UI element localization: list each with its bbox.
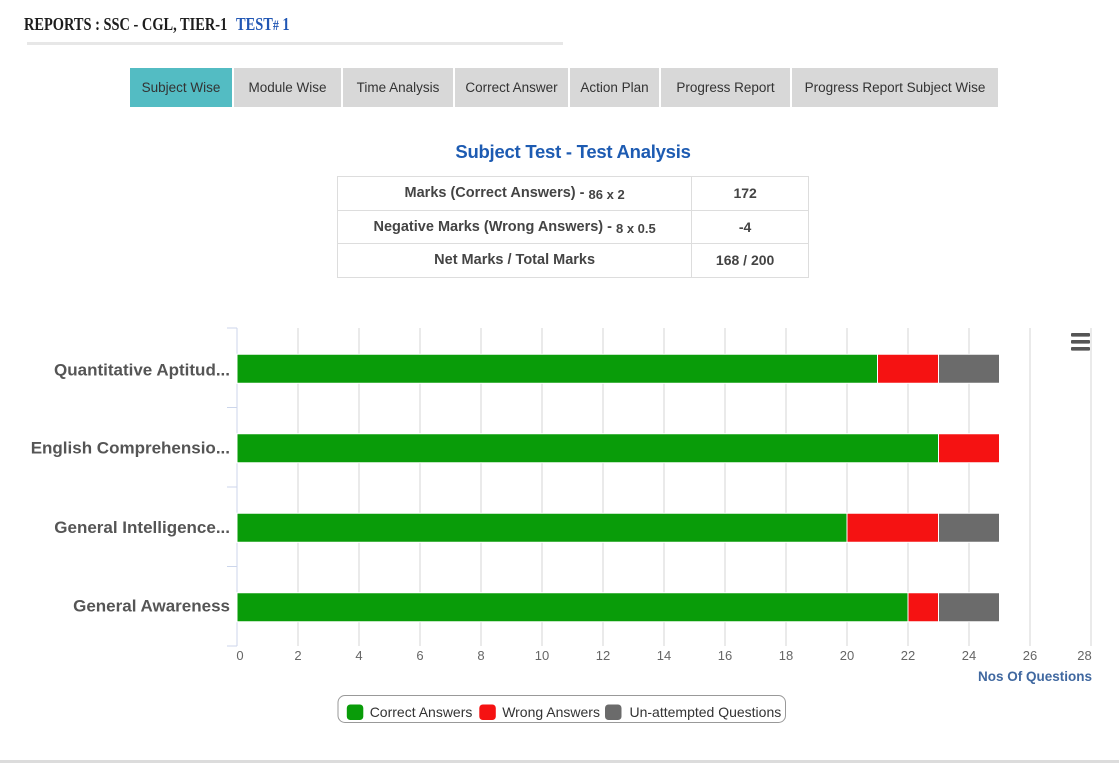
svg-text:Un-attempted Questions: Un-attempted Questions bbox=[630, 704, 782, 720]
svg-text:6: 6 bbox=[416, 648, 423, 663]
svg-text:General Awareness: General Awareness bbox=[73, 597, 230, 616]
svg-text:Wrong Answers: Wrong Answers bbox=[502, 704, 600, 720]
svg-text:8: 8 bbox=[477, 648, 484, 663]
svg-text:Correct Answers: Correct Answers bbox=[370, 704, 473, 720]
svg-text:24: 24 bbox=[962, 648, 976, 663]
svg-text:Quantitative Aptitud...: Quantitative Aptitud... bbox=[54, 361, 230, 380]
svg-text:12: 12 bbox=[596, 648, 610, 663]
svg-text:English Comprehensio...: English Comprehensio... bbox=[31, 439, 230, 458]
svg-text:18: 18 bbox=[779, 648, 793, 663]
svg-text:26: 26 bbox=[1023, 648, 1037, 663]
svg-text:2: 2 bbox=[294, 648, 301, 663]
svg-text:4: 4 bbox=[355, 648, 362, 663]
svg-text:14: 14 bbox=[657, 648, 671, 663]
svg-text:16: 16 bbox=[718, 648, 732, 663]
svg-text:20: 20 bbox=[840, 648, 854, 663]
svg-text:22: 22 bbox=[901, 648, 915, 663]
svg-text:Nos Of Questions: Nos Of Questions bbox=[978, 669, 1092, 684]
svg-text:10: 10 bbox=[535, 648, 549, 663]
svg-text:28: 28 bbox=[1077, 648, 1091, 663]
svg-text:0: 0 bbox=[236, 648, 243, 663]
svg-text:General Intelligence...: General Intelligence... bbox=[54, 518, 230, 537]
